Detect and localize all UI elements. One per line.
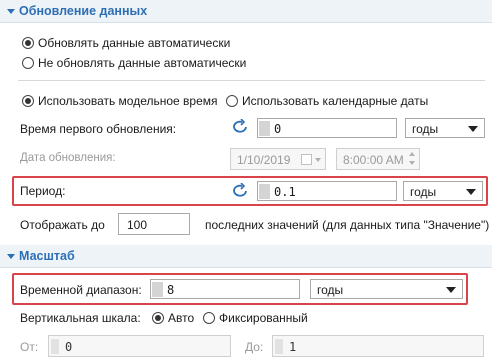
period-unit-select[interactable]: годы bbox=[403, 181, 483, 201]
value-type-swatch bbox=[259, 184, 270, 199]
spin-down-icon bbox=[409, 161, 415, 165]
period-input[interactable]: 0.1 bbox=[257, 181, 397, 201]
time-range-input[interactable]: 8 bbox=[150, 279, 300, 299]
value-type-swatch bbox=[152, 282, 163, 297]
calendar-icon bbox=[301, 154, 312, 165]
auto-scale-label: Авто bbox=[168, 311, 195, 325]
last-values-label: последних значений (для данных типа "Зна… bbox=[205, 218, 490, 232]
from-input: 0 bbox=[48, 335, 231, 357]
time-range-unit: годы bbox=[317, 283, 344, 297]
chevron-down-icon bbox=[468, 126, 478, 132]
to-value: 1 bbox=[289, 340, 297, 354]
show-up-to-value: 100 bbox=[127, 218, 148, 232]
time-range-label: Временной диапазон: bbox=[20, 283, 142, 297]
update-date-input: 1/10/2019 bbox=[230, 148, 326, 170]
no-auto-update-radio[interactable] bbox=[22, 57, 34, 69]
divider bbox=[18, 80, 485, 81]
collapse-triangle-icon[interactable] bbox=[7, 254, 15, 259]
auto-scale-radio[interactable] bbox=[152, 312, 164, 324]
first-update-unit: годы bbox=[412, 122, 439, 136]
chevron-down-icon bbox=[315, 158, 321, 162]
dynamic-value-icon[interactable] bbox=[232, 119, 250, 135]
fixed-scale-radio[interactable] bbox=[203, 312, 215, 324]
collapse-triangle-icon[interactable] bbox=[7, 9, 15, 14]
time-range-unit-select[interactable]: годы bbox=[310, 279, 463, 299]
first-update-value: 0 bbox=[274, 122, 282, 136]
to-input: 1 bbox=[272, 335, 484, 357]
value-type-swatch bbox=[275, 339, 283, 354]
first-update-input[interactable]: 0 bbox=[257, 118, 397, 138]
update-date-label: Дата обновления: bbox=[20, 152, 116, 164]
period-value: 0.1 bbox=[274, 185, 296, 199]
chevron-down-icon bbox=[446, 287, 456, 293]
from-value: 0 bbox=[65, 340, 73, 354]
calendar-dates-radio[interactable] bbox=[226, 95, 238, 107]
chevron-down-icon bbox=[466, 189, 476, 195]
auto-update-label: Обновлять данные автоматически bbox=[38, 36, 231, 50]
auto-update-radio[interactable] bbox=[22, 37, 34, 49]
update-section-title: Обновление данных bbox=[19, 4, 148, 18]
model-time-radio[interactable] bbox=[22, 95, 34, 107]
update-time-value: 8:00:00 AM bbox=[343, 153, 404, 167]
update-date-value: 1/10/2019 bbox=[237, 153, 291, 167]
first-update-unit-select[interactable]: годы bbox=[405, 118, 485, 138]
to-label: До: bbox=[245, 340, 264, 354]
vertical-scale-label: Вертикальная шкала: bbox=[20, 311, 141, 325]
value-type-swatch bbox=[259, 121, 270, 136]
no-auto-update-label: Не обновлять данные автоматически bbox=[38, 56, 247, 70]
value-type-swatch bbox=[51, 339, 59, 354]
first-update-label: Время первого обновления: bbox=[20, 122, 177, 136]
period-label: Период: bbox=[20, 184, 66, 198]
calendar-dates-label: Использовать календарные даты bbox=[242, 94, 429, 108]
dynamic-value-icon[interactable] bbox=[232, 183, 250, 199]
show-up-to-input[interactable]: 100 bbox=[118, 213, 190, 235]
scale-section-title: Масштаб bbox=[19, 249, 75, 263]
model-time-label: Использовать модельное время bbox=[38, 94, 218, 108]
update-section-header[interactable]: Обновление данных bbox=[0, 0, 492, 23]
from-label: От: bbox=[20, 340, 39, 354]
show-up-to-label: Отображать до bbox=[20, 218, 105, 232]
time-range-value: 8 bbox=[167, 283, 175, 297]
update-time-input: 8:00:00 AM bbox=[336, 148, 420, 170]
period-unit: годы bbox=[410, 185, 437, 199]
fixed-scale-label: Фиксированный bbox=[219, 311, 308, 325]
spin-up-icon bbox=[409, 152, 415, 156]
scale-section-header[interactable]: Масштаб bbox=[0, 245, 492, 268]
